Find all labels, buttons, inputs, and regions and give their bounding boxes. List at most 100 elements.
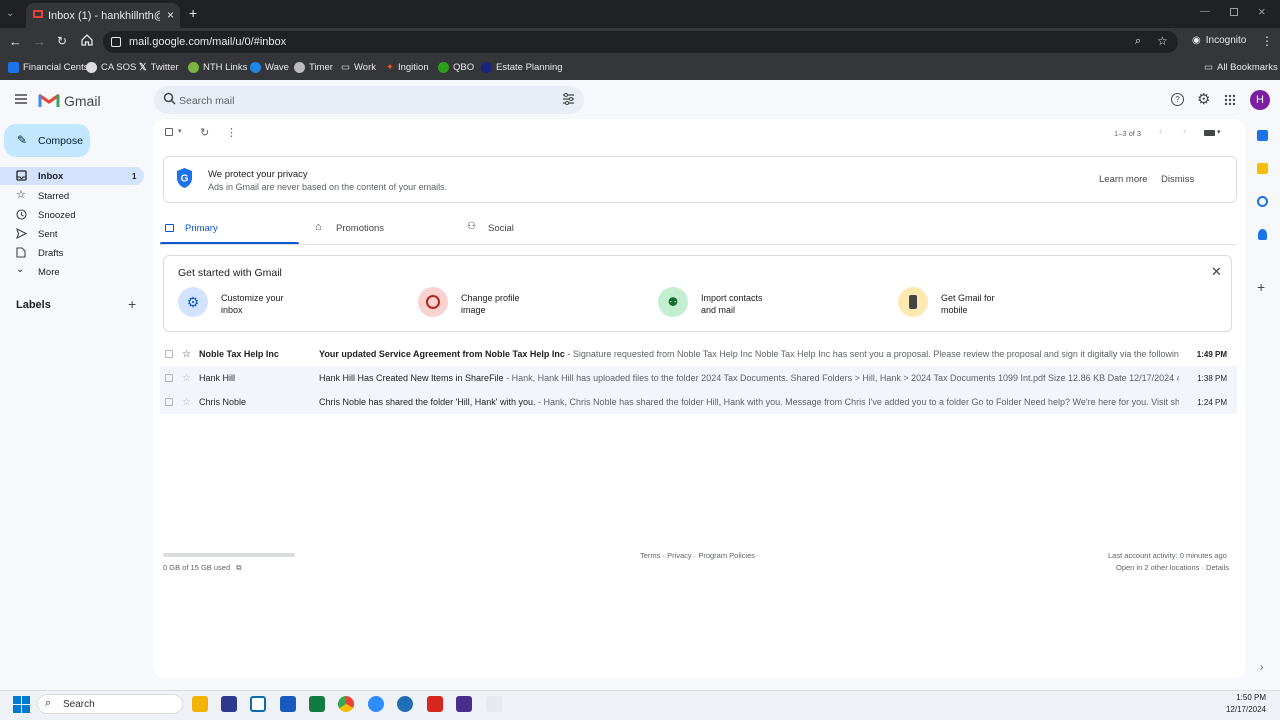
bookmark-item[interactable]: Wave [250,62,289,73]
add-label-icon[interactable]: + [128,296,136,312]
bookmark-item[interactable]: CA SOS [86,62,136,73]
more-options-icon[interactable]: ⋮ [226,126,237,139]
select-all-checkbox[interactable] [165,128,173,136]
expand-panel-icon[interactable]: › [1260,662,1263,673]
apps-grid-icon[interactable] [1224,94,1236,106]
gmail-logo-icon[interactable] [38,91,60,109]
taskbar-app-icon[interactable] [221,696,237,712]
change-profile-item[interactable]: Change profile image [461,292,581,316]
main-menu-icon[interactable] [14,92,28,106]
chrome-icon[interactable] [338,696,354,712]
windows-start-icon[interactable] [13,696,30,713]
other-locations[interactable]: Open in 2 other locations · Details [1116,563,1229,572]
email-row[interactable]: ☆ Hank Hill Hank Hill Has Created New It… [160,366,1237,390]
tab-list-icon[interactable]: ⌄ [6,8,14,19]
nav-item-sent[interactable]: Sent [0,225,144,243]
external-link-icon[interactable]: ⧉ [236,563,241,573]
tab-primary[interactable]: Primary [160,212,299,244]
nav-item-drafts[interactable]: Drafts [0,244,144,262]
get-mobile-item[interactable]: Get Gmail for mobile [941,292,1061,316]
taskbar-time[interactable]: 1:50 PM [1220,693,1266,702]
nav-item-inbox[interactable]: Inbox 1 [0,167,144,185]
tab-social[interactable]: ⚇ Social [462,212,602,244]
nav-item-more[interactable]: ⌄ More [0,263,144,281]
tab-promotions[interactable]: ⌂ Promotions [310,212,450,244]
settings-gear-icon[interactable]: ⚙ [1197,90,1210,108]
reload-icon[interactable]: ↻ [57,34,67,48]
bookmark-item[interactable]: ✦ Ingition [386,62,429,73]
file-explorer-icon[interactable] [192,696,208,712]
star-icon[interactable]: ☆ [182,349,191,360]
bookmark-item[interactable]: NTH Links [188,62,247,73]
search-icon[interactable] [163,92,176,105]
refresh-icon[interactable]: ↻ [200,126,209,139]
customize-inbox-icon[interactable]: ⚙ [178,287,208,317]
search-input[interactable]: Search mail [179,95,234,107]
minimize-icon[interactable]: — [1200,6,1210,17]
taskbar-date[interactable]: 12/17/2024 [1210,705,1266,714]
keep-icon[interactable] [1257,163,1268,174]
help-icon[interactable]: ? [1171,93,1184,106]
older-page-icon[interactable]: › [1183,126,1186,137]
close-card-icon[interactable]: ✕ [1211,264,1222,280]
taskbar-app-icon[interactable] [397,696,413,712]
taskbar-search[interactable]: ⌕ Search [37,694,183,714]
browser-tab[interactable]: Inbox (1) - hankhillnth@gmail.c × [26,3,180,28]
word-icon[interactable] [280,696,296,712]
browser-menu-icon[interactable]: ⋮ [1261,34,1273,48]
row-checkbox[interactable] [165,398,173,406]
close-window-icon[interactable]: × [1258,4,1266,19]
zoom-search-icon[interactable]: ⌕ [1135,35,1141,48]
bookmark-item[interactable]: ▭ Work [341,62,376,73]
taskbar-app-icon[interactable] [250,696,266,712]
dismiss-button[interactable]: Dismiss [1161,174,1194,185]
acrobat-icon[interactable] [427,696,443,712]
bookmark-item[interactable]: QBO [438,62,474,73]
bookmark-item[interactable]: Financial Cents [8,62,88,73]
new-tab-icon[interactable]: + [189,5,197,21]
tasks-icon[interactable] [1257,196,1268,207]
maximize-icon[interactable] [1230,8,1238,16]
input-tools-dropdown-icon[interactable]: ▾ [1217,128,1221,136]
contacts-icon[interactable] [1258,229,1267,240]
forward-icon[interactable]: → [33,34,46,49]
select-dropdown-icon[interactable]: ▾ [178,127,182,135]
bookmark-star-icon[interactable]: ☆ [1157,34,1168,48]
star-icon[interactable]: ☆ [182,373,191,384]
excel-icon[interactable] [309,696,325,712]
bookmark-item[interactable]: Timer [294,62,333,73]
zoom-icon[interactable] [368,696,384,712]
all-bookmarks[interactable]: ▭ All Bookmarks [1204,62,1278,73]
amazon-music-icon[interactable] [456,696,472,712]
incognito-indicator[interactable]: ◉ Incognito [1192,35,1246,46]
calendar-icon[interactable] [1257,130,1268,141]
import-contacts-icon[interactable]: ⚉ [658,287,688,317]
learn-more-link[interactable]: Learn more [1099,174,1148,185]
back-icon[interactable]: ← [9,34,22,49]
import-contacts-item[interactable]: Import contacts and mail [701,292,821,316]
site-info-icon[interactable] [111,37,121,47]
settings-gear-icon[interactable] [486,696,502,712]
nav-item-snoozed[interactable]: Snoozed [0,206,144,224]
footer-links[interactable]: Terms · Privacy · Program Policies [640,551,755,560]
bookmark-item[interactable]: 𝕏 Twitter [139,62,179,73]
email-row[interactable]: ☆ Chris Noble Chris Noble has shared the… [160,390,1237,414]
compose-button[interactable]: ✎ Compose [4,124,90,157]
url-text[interactable]: mail.google.com/mail/u/0/#inbox [129,36,286,48]
search-options-icon[interactable] [562,93,575,105]
bookmark-item[interactable]: Estate Planning [481,62,563,73]
mobile-phone-icon[interactable] [898,287,928,317]
close-tab-icon[interactable]: × [167,8,174,22]
newer-page-icon[interactable]: ‹ [1159,126,1162,137]
row-checkbox[interactable] [165,374,173,382]
nav-item-starred[interactable]: ☆ Starred [0,187,144,205]
input-tools-icon[interactable] [1204,130,1215,136]
home-icon[interactable] [80,33,94,47]
star-icon[interactable]: ☆ [182,397,191,408]
row-checkbox[interactable] [165,350,173,358]
email-row[interactable]: ☆ Noble Tax Help Inc Your updated Servic… [160,342,1237,366]
storage-usage[interactable]: 0 GB of 15 GB used ⧉ [163,563,241,573]
customize-inbox-item[interactable]: Customize your inbox [221,292,341,316]
profile-image-icon[interactable] [418,287,448,317]
get-addons-icon[interactable]: + [1257,279,1265,295]
